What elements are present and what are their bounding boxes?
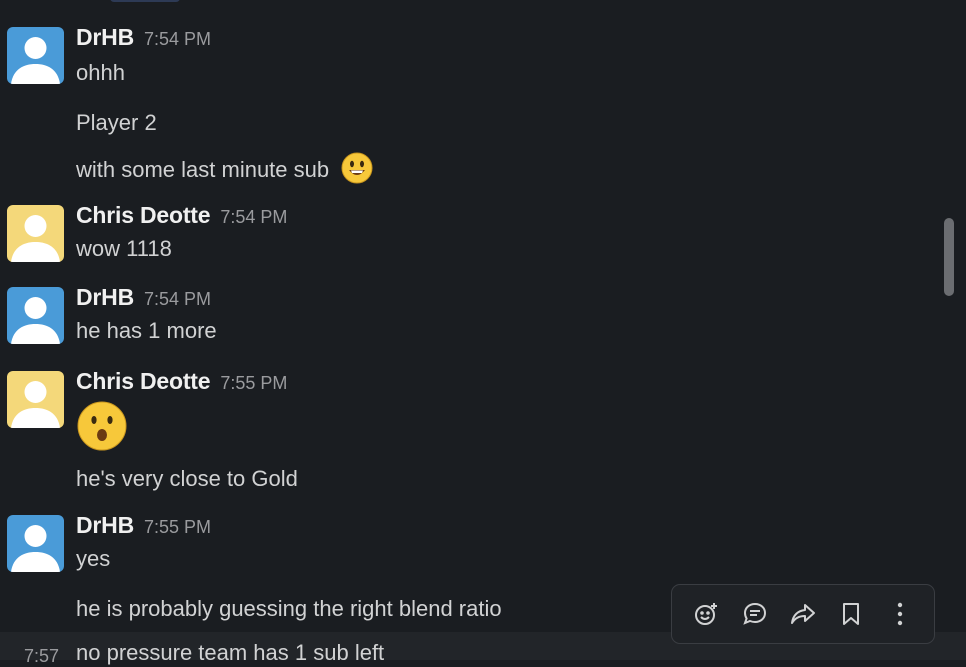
author-name[interactable]: DrHB (76, 512, 134, 538)
bookmark-icon (843, 603, 860, 625)
share-message-button[interactable] (786, 597, 820, 631)
save-for-later-button[interactable] (834, 597, 868, 631)
message-header: DrHB 7:54 PM (76, 284, 211, 311)
message-text: no pressure team has 1 sub left (76, 640, 385, 665)
message-text: he has 1 more (76, 318, 217, 343)
author-name[interactable]: Chris Deotte (76, 368, 211, 394)
reply-thread-icon (742, 602, 766, 625)
surprised-emoji-icon (76, 400, 128, 457)
message-text: Player 2 (76, 110, 157, 135)
timestamp[interactable]: 7:54 PM (144, 289, 211, 309)
more-actions-button[interactable] (883, 597, 917, 631)
scrollbar-thumb[interactable] (944, 218, 954, 296)
timestamp[interactable]: 7:54 PM (144, 29, 211, 49)
message-text: he is probably guessing the right blend … (76, 596, 502, 621)
message-text: he's very close to Gold (76, 466, 298, 491)
message-text: ohhh (76, 60, 125, 85)
user-avatar-icon (11, 37, 60, 84)
user-avatar-icon (11, 215, 60, 262)
avatar[interactable] (7, 27, 64, 84)
add-reaction-button[interactable] (689, 597, 723, 631)
message-header: Chris Deotte 7:55 PM (76, 368, 287, 395)
avatar[interactable] (7, 287, 64, 344)
avatar[interactable] (7, 515, 64, 572)
add-reaction-icon (695, 603, 718, 625)
message-header: Chris Deotte 7:54 PM (76, 202, 287, 229)
previous-message-remnant (110, 0, 180, 2)
share-icon (790, 604, 815, 624)
message-header: DrHB 7:55 PM (76, 512, 211, 539)
reply-in-thread-button[interactable] (738, 597, 772, 631)
user-avatar-icon (11, 381, 60, 428)
timestamp[interactable]: 7:57 (24, 646, 59, 667)
timestamp[interactable]: 7:55 PM (220, 373, 287, 393)
author-name[interactable]: Chris Deotte (76, 202, 211, 228)
user-avatar-icon (11, 525, 60, 572)
message-text: with some last minute sub (76, 156, 330, 182)
author-name[interactable]: DrHB (76, 24, 134, 50)
message-text: yes (76, 546, 111, 571)
message-text: wow 1118 (76, 236, 172, 261)
author-name[interactable]: DrHB (76, 284, 134, 310)
timestamp[interactable]: 7:54 PM (220, 207, 287, 227)
avatar[interactable] (7, 371, 64, 428)
avatar[interactable] (7, 205, 64, 262)
message-text-with-emoji: with some last minute sub (76, 152, 373, 190)
message-actions-toolbar (671, 584, 935, 644)
user-avatar-icon (11, 297, 60, 344)
timestamp[interactable]: 7:55 PM (144, 517, 211, 537)
message-header: DrHB 7:54 PM (76, 24, 211, 51)
more-actions-icon (897, 602, 902, 626)
smiley-emoji-icon (341, 152, 373, 190)
